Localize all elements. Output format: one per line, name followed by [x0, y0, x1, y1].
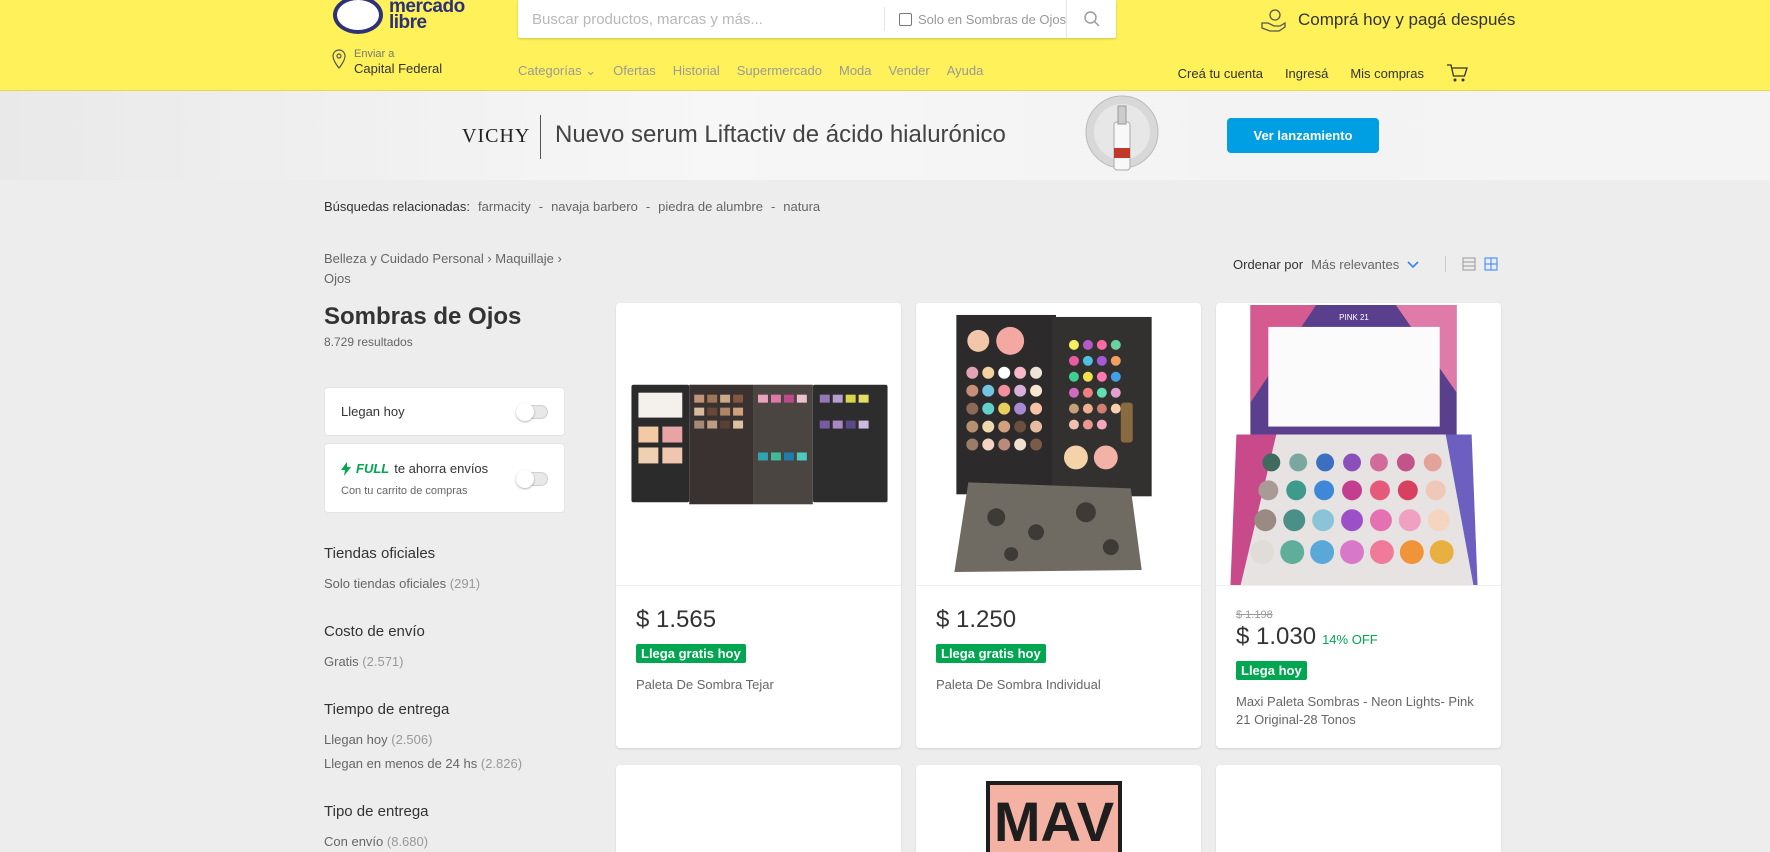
checkbox[interactable]: [899, 12, 912, 26]
related-link[interactable]: natura: [783, 199, 820, 214]
filter-title: Costo de envío: [324, 623, 425, 640]
product-card[interactable]: MAV: [916, 765, 1201, 852]
mercadolibre-logo[interactable]: mercado libre: [333, 0, 465, 38]
svg-text:MAV: MAV: [994, 790, 1114, 852]
sort-dropdown[interactable]: Ordenar por Más relevantes: [1233, 257, 1419, 272]
create-account-link[interactable]: Creá tu cuenta: [1178, 66, 1263, 81]
location-pin-icon: [332, 49, 346, 69]
search-bar: Solo en Sombras de Ojos: [518, 0, 1116, 38]
login-link[interactable]: Ingresá: [1285, 66, 1328, 81]
handshake-icon: [333, 0, 383, 34]
product-title[interactable]: Maxi Paleta Sombras - Neon Lights- Pink …: [1236, 693, 1481, 729]
related-searches: Búsquedas relacionadas: farmacity - navaj…: [324, 199, 821, 214]
nav-categorias[interactable]: Categorías ⌄: [518, 63, 596, 79]
delivery-badge: Llega gratis hoy: [936, 644, 1046, 663]
product-image: PINK 21: [1216, 303, 1501, 586]
nav-vender[interactable]: Vender: [889, 63, 930, 79]
full-filter-card[interactable]: FULL te ahorra envíos Con tu carrito de …: [324, 443, 565, 513]
serum-bottle-image: [1085, 95, 1159, 171]
nav-ofertas[interactable]: Ofertas: [613, 63, 656, 79]
product-title[interactable]: Paleta De Sombra Tejar: [636, 676, 881, 694]
search-input[interactable]: [518, 1, 868, 37]
filter-option[interactable]: Gratis (2.571): [324, 654, 404, 669]
filter-title: Tiendas oficiales: [324, 545, 436, 562]
breadcrumb-item[interactable]: Belleza y Cuidado Personal: [324, 251, 484, 266]
filter-title: Tipo de entrega: [324, 803, 429, 820]
product-price: $ 1.030 14% OFF: [1236, 623, 1378, 650]
list-view-icon[interactable]: [1462, 257, 1476, 271]
search-button[interactable]: [1066, 0, 1116, 38]
related-link[interactable]: farmacity: [478, 199, 531, 214]
discount-label: 14% OFF: [1322, 632, 1378, 647]
breadcrumb-item[interactable]: Maquillaje: [495, 251, 554, 266]
view-launch-button[interactable]: Ver lanzamiento: [1227, 118, 1379, 153]
delivery-badge: Llega hoy: [1236, 661, 1307, 680]
today-filter-card[interactable]: Llegan hoy: [324, 387, 565, 436]
cart-icon[interactable]: [1446, 63, 1468, 83]
delivery-location[interactable]: Enviar a Capital Federal: [330, 48, 442, 76]
product-card[interactable]: PINK 21 $ 1.198 $ 1.030 14% OFF Llega hoy…: [1216, 303, 1501, 748]
filter-option[interactable]: Con envío (8.680): [324, 834, 428, 849]
brand-logo: VICHY: [462, 125, 531, 147]
filter-option[interactable]: Llegan en menos de 24 hs (2.826): [324, 756, 522, 771]
filter-option[interactable]: Solo tiendas oficiales (291): [324, 576, 480, 591]
hand-coin-icon: [1261, 9, 1286, 32]
chevron-down-icon: [1407, 260, 1419, 268]
breadcrumb: Belleza y Cuidado Personal › Maquillaje …: [324, 249, 594, 289]
nav-moda[interactable]: Moda: [839, 63, 872, 79]
filter-title: Tiempo de entrega: [324, 701, 450, 718]
chevron-down-icon: ⌄: [585, 63, 597, 78]
product-image: MAV: [986, 781, 1122, 852]
search-icon: [1083, 11, 1099, 27]
today-toggle[interactable]: [516, 403, 548, 421]
category-search-checkbox[interactable]: Solo en Sombras de Ojos: [899, 12, 1066, 27]
product-card[interactable]: [1216, 765, 1501, 852]
filter-option[interactable]: Llegan hoy (2.506): [324, 732, 432, 747]
my-purchases-link[interactable]: Mis compras: [1350, 66, 1424, 81]
product-price: $ 1.565: [636, 606, 717, 633]
product-card[interactable]: $ 1.565 Llega gratis hoy Paleta De Sombr…: [616, 303, 901, 748]
lightning-icon: [341, 461, 351, 476]
product-image: [916, 303, 1201, 586]
product-image: [616, 303, 901, 586]
nav-supermercado[interactable]: Supermercado: [737, 63, 822, 79]
related-link[interactable]: piedra de alumbre: [658, 199, 763, 214]
product-card[interactable]: $ 1.250 Llega gratis hoy Paleta De Sombr…: [916, 303, 1201, 748]
delivery-badge: Llega gratis hoy: [636, 644, 746, 663]
page-title: Sombras de Ojos: [324, 303, 522, 330]
full-toggle[interactable]: [516, 470, 548, 488]
banner-title: Nuevo serum Liftactiv de ácido hialuróni…: [555, 121, 1006, 148]
view-toggle: [1445, 256, 1498, 272]
svg-text:PINK 21: PINK 21: [1339, 313, 1369, 322]
header: mercado libre Solo en Sombras de Ojos Co…: [0, 0, 1770, 91]
buy-now-pay-later-promo[interactable]: Comprá hoy y pagá después: [1260, 8, 1515, 32]
nav-ayuda[interactable]: Ayuda: [947, 63, 984, 79]
original-price: $ 1.198: [1236, 609, 1273, 621]
related-link[interactable]: navaja barbero: [551, 199, 638, 214]
chevron-right-icon: ›: [557, 251, 562, 266]
product-title[interactable]: Paleta De Sombra Individual: [936, 676, 1181, 694]
account-nav: Creá tu cuenta Ingresá Mis compras: [1178, 63, 1468, 83]
grid-view-icon[interactable]: [1484, 257, 1498, 271]
product-price: $ 1.250: [936, 606, 1017, 633]
product-card[interactable]: [616, 765, 901, 852]
nav-historial[interactable]: Historial: [673, 63, 720, 79]
breadcrumb-item[interactable]: Ojos: [324, 271, 351, 286]
main-nav: Categorías ⌄ Ofertas Historial Supermerc…: [518, 63, 983, 79]
results-count: 8.729 resultados: [324, 335, 413, 349]
